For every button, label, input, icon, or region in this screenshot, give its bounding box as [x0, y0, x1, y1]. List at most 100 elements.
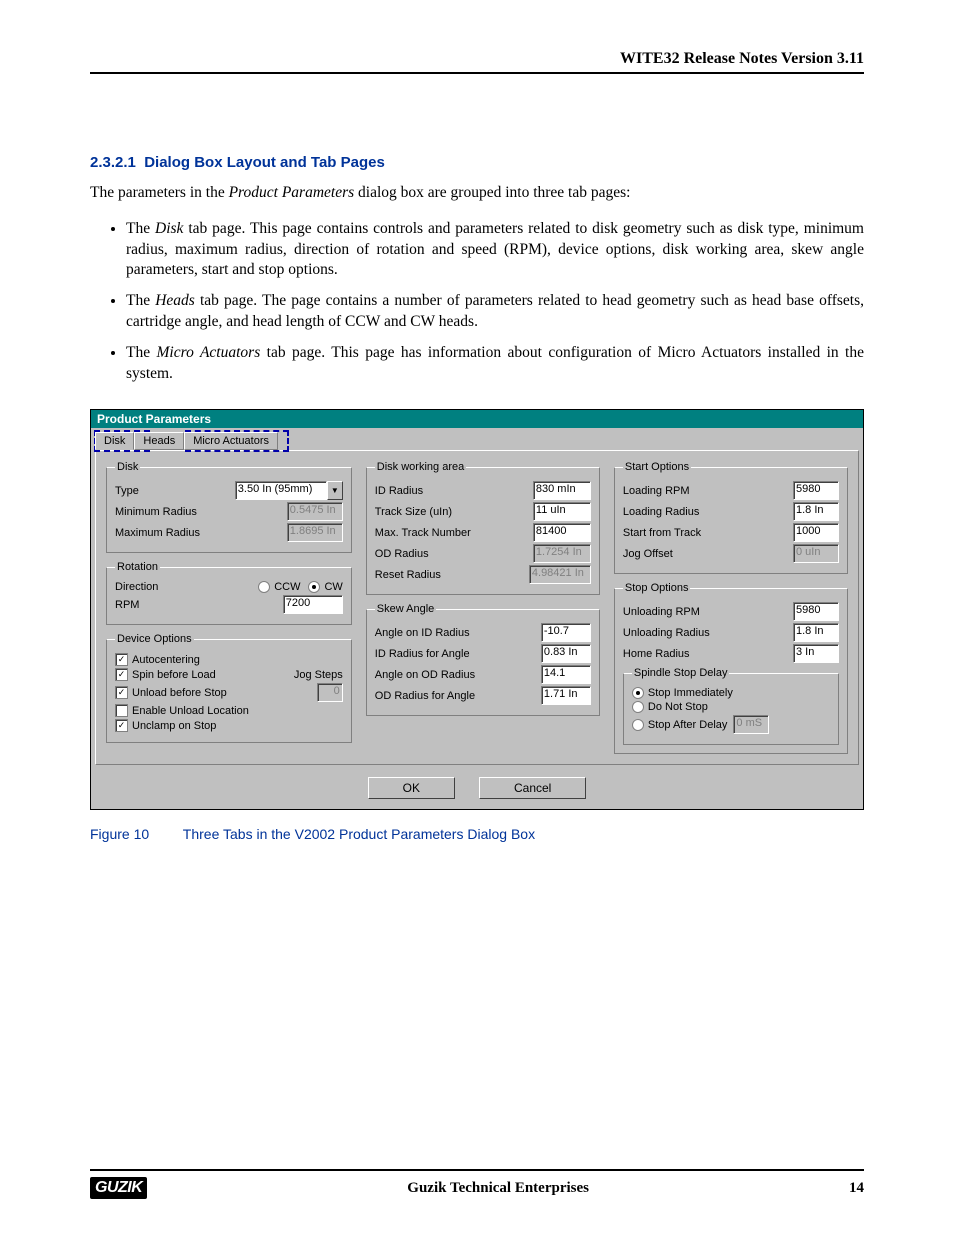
enable-unload-location-checkbox[interactable]: Enable Unload Location — [115, 704, 249, 717]
rpm-label: RPM — [115, 599, 139, 611]
reset-radius-label: Reset Radius — [375, 569, 441, 581]
b2-em: Heads — [155, 292, 195, 309]
autocentering-label: Autocentering — [132, 654, 200, 666]
section-title: Dialog Box Layout and Tab Pages — [144, 154, 385, 171]
section-number: 2.3.2.1 — [90, 154, 136, 171]
min-radius-label: Minimum Radius — [115, 506, 197, 518]
spin-before-load-checkbox[interactable]: ✓Spin before Load — [115, 668, 216, 681]
disk-fieldset: Disk Type 3.50 In (95mm) ▼ Minimum Radiu… — [106, 461, 352, 553]
skew-angle-fieldset: Skew Angle Angle on ID Radius-10.7 ID Ra… — [366, 603, 600, 716]
autocentering-checkbox[interactable]: ✓Autocentering — [115, 653, 200, 666]
angle-od-input[interactable]: 14.1 — [541, 665, 591, 684]
loading-radius-label: Loading Radius — [623, 506, 699, 518]
unloading-radius-input[interactable]: 1.8 In — [793, 623, 839, 642]
disk-legend: Disk — [115, 461, 140, 473]
ccw-radio[interactable]: CCW — [258, 581, 300, 593]
od-radius-angle-input[interactable]: 1.71 In — [541, 686, 591, 705]
b3-em: Micro Actuators — [157, 344, 261, 361]
bullet-disk: The Disk tab page. This page contains co… — [126, 219, 864, 282]
od-radius-label: OD Radius — [375, 548, 429, 560]
max-radius-value: 1.8695 In — [287, 523, 343, 542]
jog-steps-value: 0 — [317, 683, 343, 702]
start-options-fieldset: Start Options Loading RPM 5980 Loading Ra… — [614, 461, 848, 574]
jog-offset-label: Jog Offset — [623, 548, 673, 560]
cw-radio[interactable]: CW — [308, 581, 342, 593]
intro-em: Product Parameters — [229, 184, 355, 201]
stop-immediately-radio[interactable]: Stop Immediately — [632, 687, 733, 699]
id-radius-label: ID Radius — [375, 485, 423, 497]
cw-label: CW — [324, 581, 342, 593]
id-radius-input[interactable]: 830 mIn — [533, 481, 591, 500]
loading-rpm-label: Loading RPM — [623, 485, 690, 497]
footer-rule — [90, 1169, 864, 1171]
max-track-input[interactable]: 81400 — [533, 523, 591, 542]
ssd-legend: Spindle Stop Delay — [632, 667, 730, 679]
type-value: 3.50 In (95mm) — [235, 481, 327, 500]
chevron-down-icon[interactable]: ▼ — [327, 481, 343, 500]
unload-before-stop-checkbox[interactable]: ✓Unload before Stop — [115, 686, 227, 699]
section-heading: 2.3.2.1 Dialog Box Layout and Tab Pages — [90, 154, 864, 171]
jog-offset-value: 0 uIn — [793, 544, 839, 563]
ccw-label: CCW — [274, 581, 300, 593]
b2-pre: The — [126, 292, 155, 309]
device-options-fieldset: Device Options ✓Autocentering ✓Spin befo… — [106, 633, 352, 743]
tab-strip: Disk Heads Micro Actuators — [91, 428, 863, 450]
unloading-rpm-input[interactable]: 5980 — [793, 602, 839, 621]
figure-number: Figure 10 — [90, 826, 149, 842]
type-select[interactable]: 3.50 In (95mm) ▼ — [235, 481, 343, 500]
loading-rpm-input[interactable]: 5980 — [793, 481, 839, 500]
bullet-list: The Disk tab page. This page contains co… — [126, 219, 864, 385]
product-parameters-dialog: Product Parameters Disk Heads Micro Actu… — [90, 409, 864, 810]
work-legend: Disk working area — [375, 461, 466, 473]
b1-em: Disk — [155, 220, 183, 237]
stop-delay-value: 0 mS — [733, 715, 769, 734]
bullet-heads: The Heads tab page. The page contains a … — [126, 291, 864, 333]
ok-button[interactable]: OK — [368, 777, 455, 799]
max-track-label: Max. Track Number — [375, 527, 471, 539]
skew-legend: Skew Angle — [375, 603, 436, 615]
unloading-radius-label: Unloading Radius — [623, 627, 710, 639]
start-track-label: Start from Track — [623, 527, 701, 539]
home-radius-label: Home Radius — [623, 648, 690, 660]
start-legend: Start Options — [623, 461, 691, 473]
od-radius-value: 1.7254 In — [533, 544, 591, 563]
track-size-input[interactable]: 11 uIn — [533, 502, 591, 521]
intro-paragraph: The parameters in the Product Parameters… — [90, 183, 864, 203]
b1-pre: The — [126, 220, 155, 237]
home-radius-input[interactable]: 3 In — [793, 644, 839, 663]
stop-after-delay-radio[interactable]: Stop After Delay — [632, 719, 728, 731]
max-radius-label: Maximum Radius — [115, 527, 200, 539]
figure-caption: Figure 10 Three Tabs in the V2002 Produc… — [90, 826, 864, 842]
spin-before-label: Spin before Load — [132, 669, 216, 681]
stop-immediately-label: Stop Immediately — [648, 687, 733, 699]
jog-steps-label: Jog Steps — [294, 669, 343, 681]
page-footer: GUZIK Guzik Technical Enterprises 14 — [90, 1165, 864, 1199]
page-header: WITE32 Release Notes Version 3.11 — [90, 50, 864, 68]
start-track-input[interactable]: 1000 — [793, 523, 839, 542]
id-radius-angle-input[interactable]: 0.83 In — [541, 644, 591, 663]
device-legend: Device Options — [115, 633, 194, 645]
loading-radius-input[interactable]: 1.8 In — [793, 502, 839, 521]
rotation-legend: Rotation — [115, 561, 160, 573]
tab-disk[interactable]: Disk — [95, 432, 134, 450]
guzik-logo: GUZIK — [90, 1177, 147, 1199]
rpm-input[interactable]: 7200 — [283, 595, 343, 614]
angle-id-input[interactable]: -10.7 — [541, 623, 591, 642]
reset-radius-value: 4.98421 In — [529, 565, 591, 584]
rotation-fieldset: Rotation Direction CCW CW RPM 7200 — [106, 561, 352, 625]
do-not-stop-radio[interactable]: Do Not Stop — [632, 701, 708, 713]
unclamp-on-stop-checkbox[interactable]: ✓Unclamp on Stop — [115, 719, 216, 732]
unclamp-label: Unclamp on Stop — [132, 720, 216, 732]
dialog-titlebar: Product Parameters — [91, 410, 863, 428]
b1-post: tab page. This page contains controls an… — [126, 220, 864, 279]
stop-after-delay-label: Stop After Delay — [648, 719, 728, 731]
track-size-label: Track Size (uIn) — [375, 506, 452, 518]
min-radius-value: 0.5475 In — [287, 502, 343, 521]
cancel-button[interactable]: Cancel — [479, 777, 586, 799]
unload-before-label: Unload before Stop — [132, 687, 227, 699]
tab-micro-actuators[interactable]: Micro Actuators — [184, 432, 278, 450]
header-rule — [90, 72, 864, 74]
tab-heads[interactable]: Heads — [134, 432, 184, 450]
do-not-stop-label: Do Not Stop — [648, 701, 708, 713]
disk-working-area-fieldset: Disk working area ID Radius 830 mIn Track… — [366, 461, 600, 595]
